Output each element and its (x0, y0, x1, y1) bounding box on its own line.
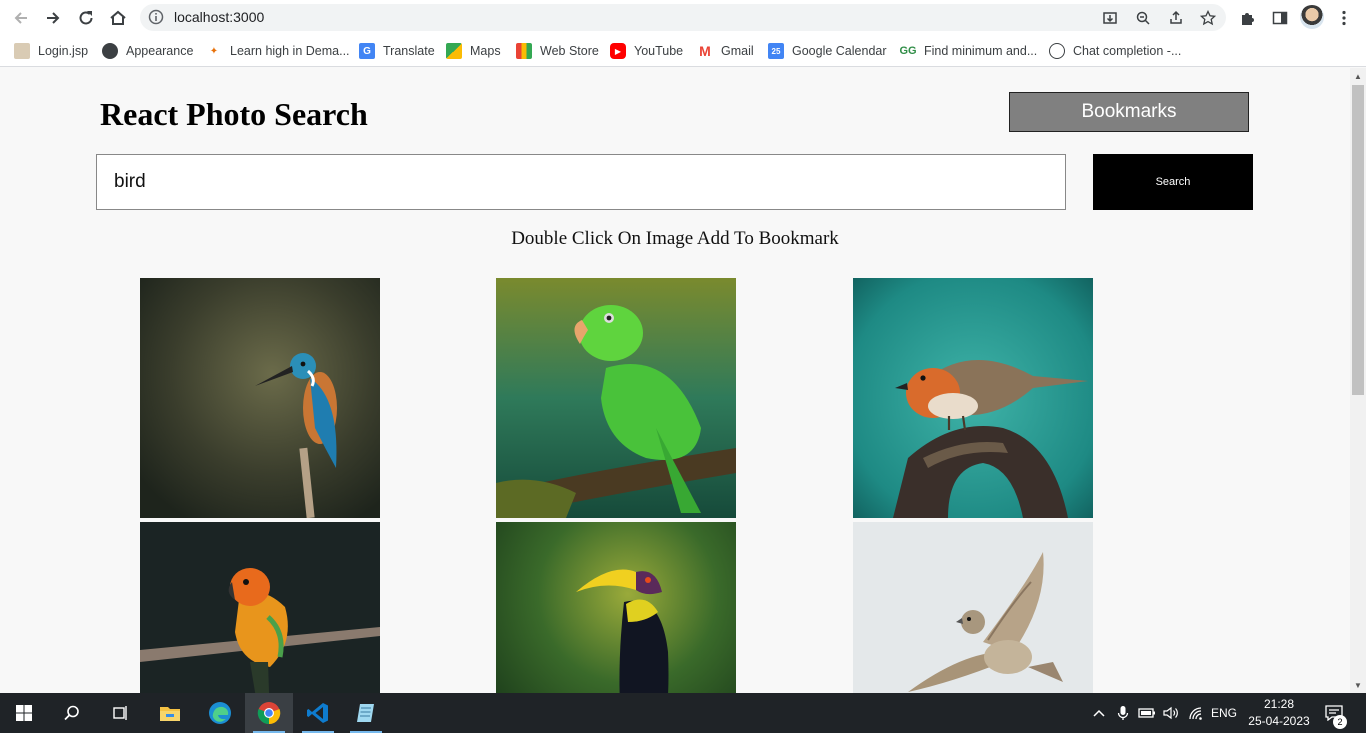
share-icon[interactable] (1166, 8, 1186, 28)
photo-robin[interactable] (853, 278, 1093, 518)
back-arrow-icon (14, 12, 27, 24)
photo-sun-conure[interactable] (140, 522, 380, 693)
page-scrollbar[interactable]: ▲ ▼ (1350, 68, 1366, 693)
runner-icon: ✦ (209, 45, 219, 57)
microphone-button[interactable] (1114, 693, 1132, 733)
taskbar-chrome[interactable] (245, 693, 293, 733)
calendar-icon: 25 (768, 43, 784, 59)
scroll-thumb[interactable] (1352, 85, 1364, 395)
task-view-icon (113, 706, 127, 720)
youtube-icon: ▶ (610, 43, 626, 59)
bookmark-appearance[interactable]: Appearance (102, 41, 193, 61)
openai-icon (1049, 43, 1065, 59)
home-button[interactable] (105, 5, 131, 31)
address-bar[interactable]: localhost:3000 (140, 4, 1226, 31)
kebab-menu-icon (1342, 10, 1346, 26)
battery-button[interactable] (1137, 693, 1157, 733)
taskbar-search-button[interactable] (48, 693, 96, 733)
side-panel-icon (1272, 11, 1288, 25)
bookmarks-bar: Login.jsp Appearance ✦ Learn high in Dem… (0, 35, 1366, 67)
bookmark-web-store[interactable]: Web Store (516, 41, 599, 61)
wifi-icon (1189, 707, 1202, 720)
bookmark-chat-completion[interactable]: Chat completion -... (1049, 41, 1181, 61)
bookmark-google-calendar[interactable]: 25 Google Calendar (768, 41, 887, 61)
reload-icon (79, 11, 93, 25)
taskbar-file-explorer[interactable] (146, 693, 194, 733)
windows-taskbar: ENG 21:28 25-04-2023 2 (0, 693, 1366, 733)
photo-green-parakeet[interactable] (496, 278, 736, 518)
scroll-down-arrow-icon[interactable]: ▼ (1350, 677, 1366, 693)
page-title: React Photo Search (100, 96, 368, 132)
site-info-icon[interactable] (148, 9, 164, 30)
bookmark-gmail[interactable]: M Gmail (697, 41, 754, 61)
bookmark-maps[interactable]: Maps (446, 41, 501, 61)
gmail-icon: M (699, 43, 711, 59)
bookmark-learn-high[interactable]: ✦ Learn high in Dema... (206, 41, 350, 61)
instruction-text: Double Click On Image Add To Bookmark (511, 228, 839, 249)
bookmark-youtube[interactable]: ▶ YouTube (610, 41, 683, 61)
search-input[interactable] (96, 154, 1066, 210)
bookmark-star-icon[interactable] (1198, 8, 1218, 28)
chrome-icon (257, 702, 281, 725)
install-app-icon[interactable] (1100, 8, 1120, 28)
page-content: React Photo Search Bookmarks Search Doub… (0, 68, 1350, 693)
url-text[interactable]: localhost:3000 (174, 9, 264, 25)
extensions-button[interactable] (1235, 5, 1261, 31)
language-indicator[interactable]: ENG (1208, 693, 1240, 733)
web-store-icon (516, 43, 532, 59)
clock-time: 21:28 (1263, 697, 1295, 711)
forward-button[interactable] (40, 5, 66, 31)
maps-icon (446, 43, 462, 59)
task-view-button[interactable] (96, 693, 144, 733)
photo-sparrow-in-flight[interactable] (853, 522, 1093, 693)
windows-logo-icon (16, 705, 32, 721)
system-clock[interactable]: 21:28 25-04-2023 (1244, 696, 1314, 730)
bookmarks-button[interactable]: Bookmarks (1009, 92, 1249, 132)
volume-button[interactable] (1161, 693, 1181, 733)
network-button[interactable] (1186, 693, 1206, 733)
profile-avatar[interactable] (1300, 5, 1324, 29)
battery-icon (1138, 708, 1155, 718)
show-hidden-icons-button[interactable] (1090, 693, 1108, 733)
bookmark-translate[interactable]: G Translate (359, 41, 435, 61)
taskbar-vscode[interactable] (294, 693, 342, 733)
home-icon (110, 10, 126, 25)
gfg-icon: GG (899, 45, 917, 57)
bookmark-login-jsp[interactable]: Login.jsp (14, 41, 88, 61)
taskbar-edge[interactable] (196, 693, 244, 733)
reload-button[interactable] (73, 5, 99, 31)
photo-toucan[interactable] (496, 522, 736, 693)
vscode-icon (307, 703, 328, 723)
chevron-up-icon (1093, 709, 1105, 717)
zoom-icon[interactable] (1133, 8, 1153, 28)
search-button[interactable]: Search (1093, 154, 1253, 210)
bookmark-find-minimum[interactable]: GG Find minimum and... (899, 41, 1037, 61)
edge-icon (209, 702, 231, 724)
microphone-icon (1117, 706, 1129, 720)
search-icon (64, 705, 79, 721)
back-button[interactable] (8, 5, 34, 31)
photo-kingfisher[interactable] (140, 278, 380, 518)
side-panel-button[interactable] (1267, 5, 1293, 31)
browser-menu-button[interactable] (1331, 5, 1357, 31)
taskbar-notepad[interactable] (342, 693, 390, 733)
forward-arrow-icon (47, 12, 60, 24)
speaker-icon (1163, 706, 1178, 720)
translate-icon: G (359, 43, 375, 59)
folder-icon (160, 707, 180, 721)
notepad-icon (357, 704, 374, 722)
notification-count-badge: 2 (1333, 715, 1347, 729)
browser-toolbar: localhost:3000 (0, 0, 1366, 35)
globe-icon (102, 43, 118, 59)
start-button[interactable] (0, 693, 48, 733)
clock-date: 25-04-2023 (1248, 714, 1310, 728)
scroll-up-arrow-icon[interactable]: ▲ (1350, 68, 1366, 84)
image-file-icon (14, 43, 30, 59)
puzzle-icon (1242, 13, 1254, 25)
